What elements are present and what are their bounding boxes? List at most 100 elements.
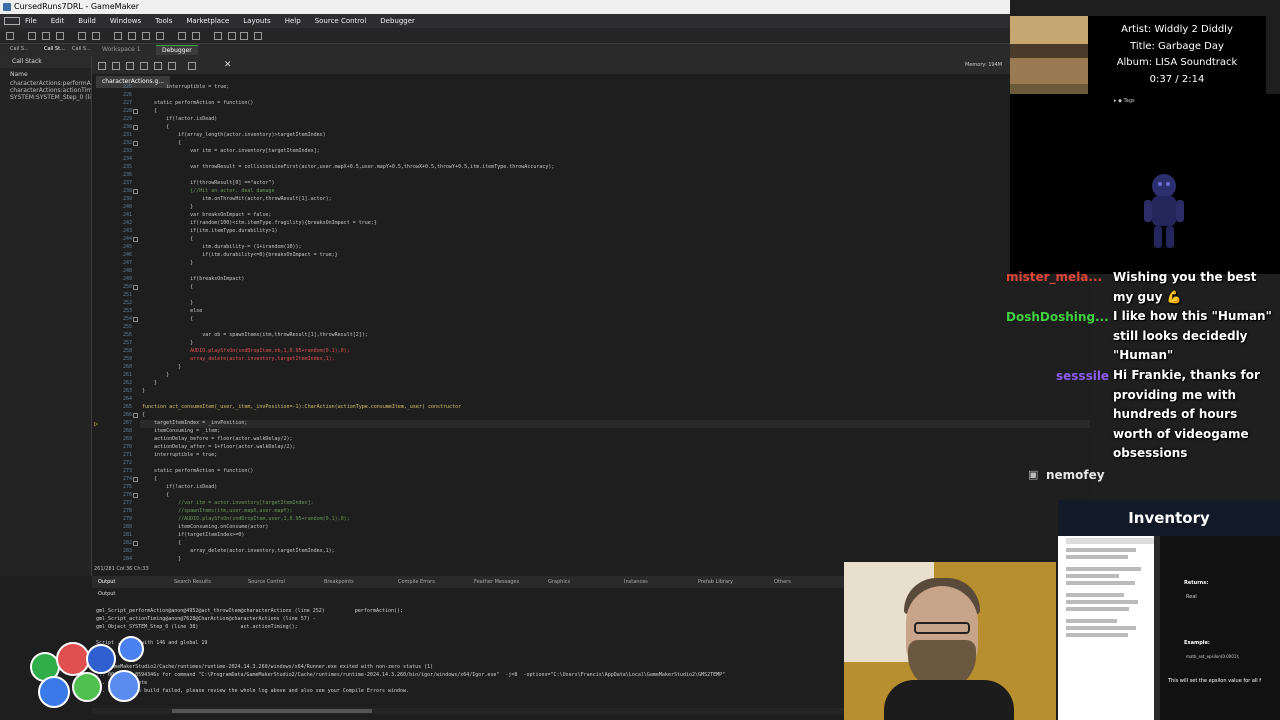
tab-prefab-library[interactable]: Prefab Library [698,576,733,588]
line-number[interactable]: 248 [112,268,132,274]
step-into-icon[interactable] [112,62,120,70]
code-line[interactable]: //var itm = actor.inventory[targetItemIn… [142,500,313,506]
output-line[interactable]: gml_Script_performAction@anon@4952@act_t… [96,608,403,614]
line-number[interactable]: 277 [112,500,132,506]
line-number[interactable]: 274 [112,476,132,482]
output-line[interactable]: ... 00:48:43.8594346s for command "C:\Pr… [96,672,725,678]
fold-toggle-icon[interactable] [133,317,138,322]
call-stack-row[interactable]: characterActions:performAc [0,80,91,87]
new-file-icon[interactable] [28,32,36,40]
line-number[interactable]: 276 [112,492,132,498]
settings-icon[interactable] [192,32,200,40]
run-icon[interactable] [128,32,136,40]
fold-toggle-icon[interactable] [133,189,138,194]
stop-icon[interactable] [140,62,148,70]
zoom-out-icon[interactable] [214,32,222,40]
fold-toggle-icon[interactable] [133,125,138,130]
line-number[interactable]: 273 [112,468,132,474]
line-number[interactable]: 229 [112,116,132,122]
fold-toggle-icon[interactable] [133,477,138,482]
code-line[interactable]: var ob = spawnItems(itm,throwResult[1],t… [142,332,368,338]
line-number[interactable]: 265 [112,404,132,410]
call-stack-row[interactable]: characterActions:actionTim [0,87,91,94]
line-number[interactable]: 232 [112,140,132,146]
line-number[interactable]: 228 [112,108,132,114]
tab-others[interactable]: Others [774,576,791,588]
step-out-icon[interactable] [126,62,134,70]
line-number[interactable]: 227 [112,100,132,106]
panel-tab-3[interactable]: Call S... [72,46,91,52]
code-line[interactable]: array_delete(actor.inventory,targetItemI… [142,356,335,362]
code-line[interactable]: interruptible = true; [142,84,229,90]
code-line[interactable]: { [142,492,169,498]
line-number[interactable]: 244 [112,236,132,242]
code-line[interactable]: static performAction = function() [142,100,253,106]
code-line[interactable]: static performAction = function() [142,468,253,474]
line-number[interactable]: 246 [112,252,132,258]
tab-feather-messages[interactable]: Feather Messages [474,576,519,588]
line-number[interactable]: 266 [112,412,132,418]
code-line[interactable]: else [142,308,202,314]
code-line[interactable]: if(itm.durability<=0){breaksOnImpact = t… [142,252,337,258]
code-line[interactable]: if(itm.itemType.durability>1) [142,228,277,234]
line-number[interactable]: 281 [112,532,132,538]
code-line[interactable]: { [142,540,181,546]
line-number[interactable]: 239 [112,196,132,202]
menu-marketplace[interactable]: Marketplace [179,14,236,28]
layout-icon[interactable] [254,32,262,40]
line-number[interactable]: 234 [112,156,132,162]
scrollbar-thumb[interactable] [172,709,372,713]
code-line[interactable]: } [142,260,193,266]
code-line[interactable]: { [142,236,193,242]
line-number[interactable]: 258 [112,348,132,354]
code-line[interactable]: { [142,476,157,482]
call-stack-row[interactable]: SYSTEM:SYSTEM_Step_0 (line [0,94,91,101]
line-number[interactable]: 262 [112,380,132,386]
line-number[interactable]: 240 [112,204,132,210]
line-number[interactable]: 235 [112,164,132,170]
code-line[interactable]: if(breaksOnImpact) [142,276,244,282]
code-line[interactable]: actionDelay_before = floor(actor.walkDel… [142,436,292,442]
line-number[interactable]: 279 [112,516,132,522]
line-number[interactable]: 243 [112,228,132,234]
code-line[interactable]: var throwResult = collisionLineFirst(act… [142,164,554,170]
code-line[interactable]: } [142,556,181,562]
line-number[interactable]: 267 [112,420,132,426]
line-number[interactable]: 251 [112,292,132,298]
menu-debugger[interactable]: Debugger [373,14,422,28]
save-icon[interactable] [56,32,64,40]
code-line[interactable]: itemConsuming.onConsume(actor) [142,524,268,530]
clean-icon[interactable] [92,32,100,40]
line-number[interactable]: 259 [112,356,132,362]
line-number[interactable]: 270 [112,444,132,450]
code-line[interactable]: //AUDIO.playSfxOn(sndDropItem,user,1,0.9… [142,516,350,522]
fold-toggle-icon[interactable] [133,413,138,418]
code-line[interactable]: function act_consumeItem(_user,_item,_in… [142,404,461,410]
menu-help[interactable]: Help [278,14,308,28]
line-number[interactable]: 271 [112,452,132,458]
code-line[interactable]: actionDelay_after = 1+floor(actor.walkDe… [142,444,296,450]
line-number[interactable]: 245 [112,244,132,250]
panel-tab-2[interactable]: Call St... [44,46,65,52]
code-line[interactable]: } [142,300,193,306]
fold-toggle-icon[interactable] [133,141,138,146]
code-line[interactable]: if(targetItemIndex>=0) [142,532,244,538]
code-line[interactable]: itemConsuming = _item; [142,428,220,434]
tab-compile-errors[interactable]: Compile Errors [398,576,435,588]
line-number[interactable]: 247 [112,260,132,266]
tab-workspace-1[interactable]: Workspace 1 [96,45,147,55]
line-number[interactable]: 275 [112,484,132,490]
line-number[interactable]: 282 [112,540,132,546]
code-line[interactable]: { [142,124,169,130]
code-line[interactable]: if(random(100)<itm.itemType.fragility){b… [142,220,377,226]
line-number[interactable]: 264 [112,396,132,402]
play-debug-icon[interactable] [156,32,164,40]
code-line[interactable]: } [142,388,145,394]
line-number[interactable]: 278 [112,508,132,514]
tab-output[interactable]: Output [98,576,115,588]
line-number[interactable]: 253 [112,308,132,314]
code-line[interactable]: } [142,372,169,378]
home-icon[interactable] [6,32,14,40]
line-number[interactable]: 284 [112,556,132,562]
fold-toggle-icon[interactable] [133,237,138,242]
